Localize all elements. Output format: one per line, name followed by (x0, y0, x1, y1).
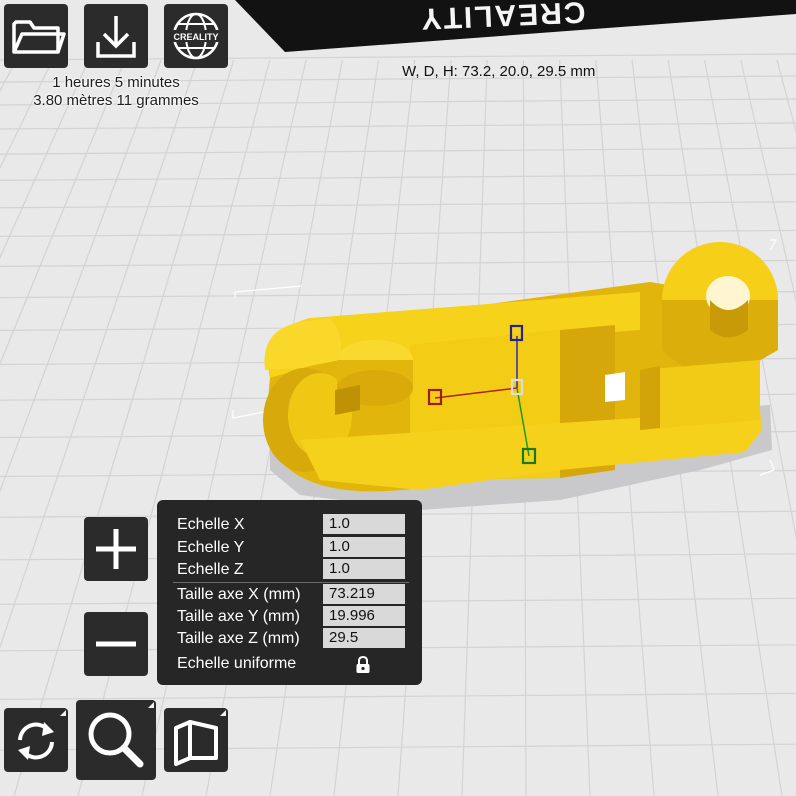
size-row-x: Taille axe X (mm) 73.219 (177, 584, 417, 606)
creality-globe-icon: CREALITY (170, 12, 222, 60)
folder-icon (12, 20, 66, 54)
dimensions-readout: W, D, H: 73.2, 20.0, 29.5 mm (402, 63, 596, 80)
scale-panel: Echelle X 1.0 Echelle Y 1.0 Echelle Z 1.… (157, 500, 422, 685)
scale-row-y: Echelle Y 1.0 (177, 537, 417, 559)
creality-cloud-button[interactable]: CREALITY (164, 4, 228, 68)
scale-y-input[interactable]: 1.0 (323, 537, 405, 557)
scale-x-label: Echelle X (177, 516, 245, 533)
scale-up-button[interactable] (84, 517, 148, 581)
panel-divider (173, 582, 409, 583)
uniform-scale-label: Echelle uniforme (177, 655, 297, 672)
zoom-view-button[interactable] (76, 700, 156, 780)
view-mode-icon (174, 720, 218, 766)
print-time: 1 heures 5 minutes (52, 74, 180, 91)
scale-x-input[interactable]: 1.0 (323, 514, 405, 534)
download-gcode-button[interactable] (84, 4, 148, 68)
plus-icon (96, 529, 136, 569)
view-mode-button[interactable] (164, 708, 228, 772)
scale-y-label: Echelle Y (177, 539, 245, 556)
magnifier-icon (88, 712, 144, 768)
view-mode-menu-indicator (220, 710, 226, 716)
open-file-button[interactable] (4, 4, 68, 68)
scale-row-x: Echelle X 1.0 (177, 514, 417, 536)
zoom-menu-indicator (148, 702, 154, 708)
scale-down-button[interactable] (84, 612, 148, 676)
rotate-menu-indicator (60, 710, 66, 716)
rotate-icon (18, 722, 54, 760)
size-z-input[interactable]: 29.5 (323, 628, 405, 648)
size-row-y: Taille axe Y (mm) 19.996 (177, 606, 417, 628)
scale-z-label: Echelle Z (177, 561, 244, 578)
uniform-scale-row: Echelle uniforme (177, 653, 417, 675)
size-row-z: Taille axe Z (mm) 29.5 (177, 628, 417, 650)
download-icon (96, 16, 136, 58)
print-material: 3.80 mètres 11 grammes (33, 92, 199, 109)
rotate-view-button[interactable] (4, 708, 68, 772)
size-y-input[interactable]: 19.996 (323, 606, 405, 626)
lock-icon[interactable] (355, 656, 371, 674)
scale-z-input[interactable]: 1.0 (323, 559, 405, 579)
creality-logo-text: CREALITY (174, 32, 219, 42)
scale-row-z: Echelle Z 1.0 (177, 559, 417, 581)
bed-branding-text: CREALITY (419, 0, 586, 35)
size-z-label: Taille axe Z (mm) (177, 630, 300, 647)
size-y-label: Taille axe Y (mm) (177, 608, 300, 625)
size-x-label: Taille axe X (mm) (177, 586, 301, 603)
minus-icon (96, 641, 136, 647)
size-x-input[interactable]: 73.219 (323, 584, 405, 604)
print-stats: 1 heures 5 minutes 3.80 mètres 11 gramme… (0, 74, 232, 110)
